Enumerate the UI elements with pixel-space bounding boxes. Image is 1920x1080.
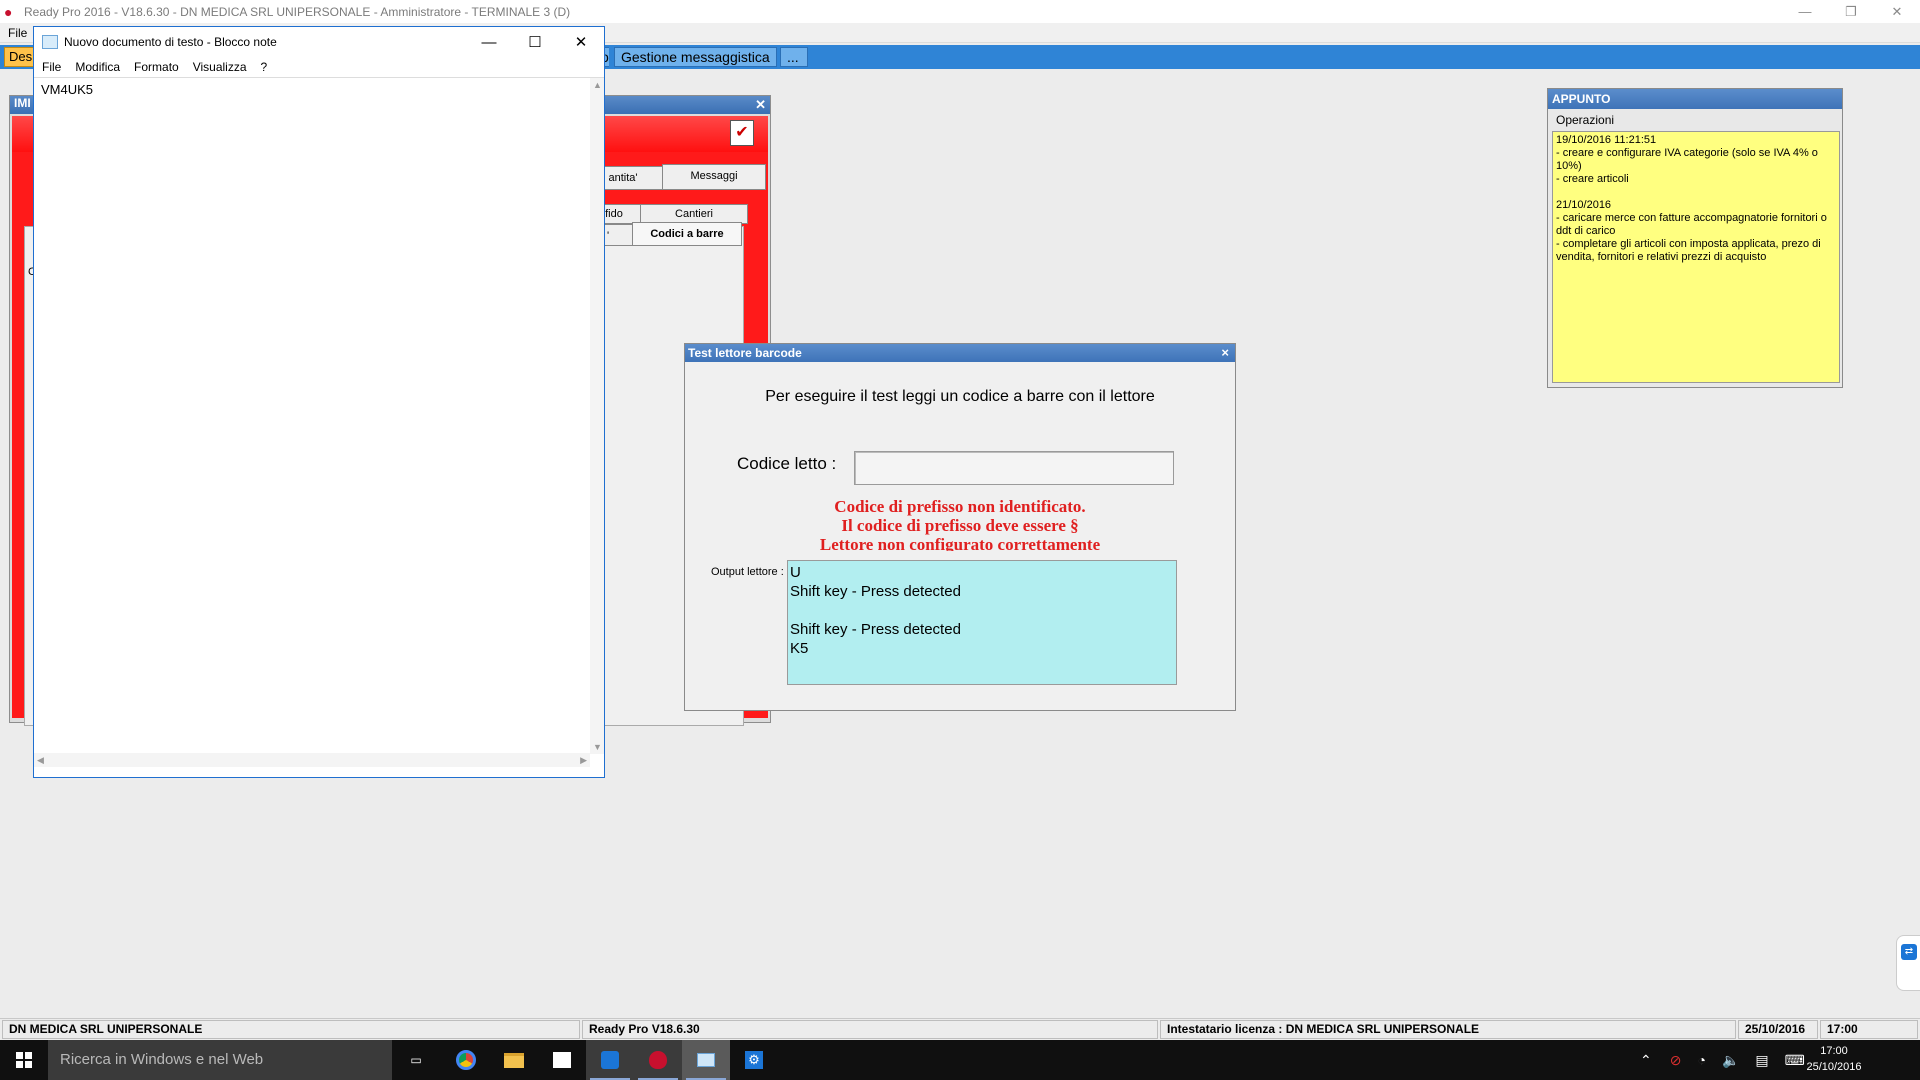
taskbar: Ricerca in Windows e nel Web ▭ ⚙ ⌃ ⊘ ◔ 🔈… [0,1040,1920,1080]
notepad-menu-visualizza[interactable]: Visualizza [193,60,247,74]
output-label: Output lettore : [711,566,784,578]
status-license: Intestatario licenza : DN MEDICA SRL UNI… [1160,1020,1736,1039]
barcode-dialog-header: Test lettore barcode × [685,344,1235,362]
strawberry-app-icon: ● [4,3,13,20]
volume-icon[interactable]: 🔈 [1722,1052,1739,1069]
status-time: 17:00 [1820,1020,1918,1039]
tab-codici-a-barre[interactable]: Codici a barre [632,222,742,246]
teamviewer-taskbar-icon[interactable] [586,1040,634,1080]
barcode-test-dialog: Test lettore barcode × Per eseguire il t… [684,343,1236,711]
status-date: 25/10/2016 [1738,1020,1818,1039]
close-icon[interactable]: ✕ [755,97,766,113]
tab-gestione-messaggistica[interactable]: Gestione messaggistica [614,47,777,67]
start-button[interactable] [0,1040,48,1080]
notepad-menubar: File Modifica Formato Visualizza ? [34,57,604,77]
barcode-dialog-title: Test lettore barcode [688,346,802,360]
scroll-up-icon[interactable]: ▲ [593,80,602,90]
close-button[interactable]: ✕ [1874,0,1920,23]
scroll-left-icon[interactable]: ◀ [37,755,44,766]
background-window-title: IMI [14,96,31,110]
notifications-icon[interactable] [1866,1052,1880,1066]
notepad-close-button[interactable]: ✕ [558,27,604,57]
error-line-2: Il codice di prefisso deve essere § [841,516,1079,535]
status-company: DN MEDICA SRL UNIPERSONALE [2,1020,580,1039]
menu-file[interactable]: File [8,26,27,40]
app-window-controls: — ❐ ✕ [1782,0,1920,23]
tab-desktop[interactable]: Des [4,47,34,67]
tab-messaggi[interactable]: Messaggi [662,164,766,190]
checklist-icon[interactable]: ✔ [730,120,754,146]
error-line-1: Codice di prefisso non identificato. [834,497,1086,516]
horizontal-scrollbar[interactable]: ◀ ▶ [34,753,590,767]
scroll-down-icon[interactable]: ▼ [593,742,602,752]
statusbar: DN MEDICA SRL UNIPERSONALE Ready Pro V18… [0,1018,1920,1039]
tab-more[interactable]: ... [780,47,808,67]
instruction-text: Per eseguire il test leggi un codice a b… [765,388,1155,405]
vertical-scrollbar[interactable]: ▲ ▼ [590,78,604,754]
taskbar-search[interactable]: Ricerca in Windows e nel Web [48,1040,392,1080]
code-label: Codice letto : [737,454,837,473]
status-version: Ready Pro V18.6.30 [582,1020,1158,1039]
notepad-minimize-button[interactable]: — [466,27,512,57]
app-titlebar: ● Ready Pro 2016 - V18.6.30 - DN MEDICA … [0,0,1920,23]
app-title: Ready Pro 2016 - V18.6.30 - DN MEDICA SR… [24,4,571,19]
notepad-content[interactable]: VM4UK5 [41,82,93,97]
settings-taskbar-icon[interactable]: ⚙ [730,1040,778,1080]
windows-logo-icon [16,1052,32,1068]
notepad-titlebar: Nuovo documento di testo - Blocco note —… [34,27,604,57]
reader-output-box[interactable]: U Shift key - Press detected Shift key -… [787,560,1177,685]
file-explorer-icon[interactable] [490,1040,538,1080]
chrome-icon[interactable] [442,1040,490,1080]
show-hidden-icons-icon[interactable]: ⌃ [1640,1052,1652,1069]
notepad-text-area[interactable]: VM4UK5 ▲ ▼ ◀ ▶ [34,77,604,767]
error-message: Codice di prefisso non identificato. Il … [685,497,1235,551]
wifi-icon[interactable]: ◔ [1697,1052,1705,1068]
clock-time: 17:00 [1820,1045,1848,1057]
close-icon[interactable]: × [1221,344,1229,362]
notepad-menu-modifica[interactable]: Modifica [75,60,120,74]
notepad-menu-help[interactable]: ? [261,60,268,74]
appunto-window: APPUNTO Operazioni 19/10/2016 11:21:51 -… [1547,88,1843,388]
notepad-window: Nuovo documento di testo - Blocco note —… [33,26,605,778]
notepad-title: Nuovo documento di testo - Blocco note [64,35,277,49]
task-view-icon[interactable]: ▭ [392,1040,440,1080]
appunto-note-text[interactable]: 19/10/2016 11:21:51 - creare e configura… [1552,131,1840,383]
minimize-button[interactable]: — [1782,0,1828,23]
tray-area: ⌃ ⊘ ◔ 🔈 ▤ ⌨ [1640,1040,1805,1080]
taskbar-clock[interactable]: 17:00 25/10/2016 [1804,1043,1864,1075]
clock-date: 25/10/2016 [1806,1061,1862,1073]
store-icon[interactable] [538,1040,586,1080]
action-center-tray-icon[interactable]: ▤ [1755,1052,1768,1069]
error-line-3: Lettore non configurato correttamente [819,535,1101,551]
tab-cantieri[interactable]: Cantieri [640,204,748,224]
operazioni-menu[interactable]: Operazioni [1556,113,1614,127]
notepad-window-controls: — ☐ ✕ [466,27,604,57]
notepad-menu-formato[interactable]: Formato [134,60,179,74]
teamviewer-side-tab[interactable]: ⇄ [1896,935,1920,991]
notepad-maximize-button[interactable]: ☐ [512,27,558,57]
ready-pro-taskbar-icon[interactable] [634,1040,682,1080]
notepad-menu-file[interactable]: File [42,60,61,74]
notepad-icon [42,35,58,49]
restore-button[interactable]: ❐ [1828,0,1874,23]
scroll-right-icon[interactable]: ▶ [580,755,587,766]
notepad-taskbar-icon[interactable] [682,1040,730,1080]
teamviewer-icon[interactable]: ⇄ [1901,944,1917,960]
appunto-title: APPUNTO [1548,89,1842,109]
keyboard-icon[interactable]: ⌨ [1785,1052,1805,1069]
code-read-input[interactable] [854,451,1174,485]
acrobat-tray-icon[interactable]: ⊘ [1670,1052,1682,1069]
